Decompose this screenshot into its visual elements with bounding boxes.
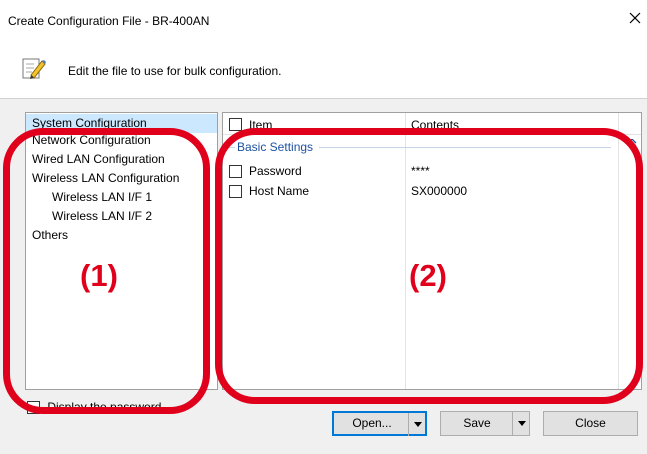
- group-divider: [227, 147, 235, 148]
- row-contents-password[interactable]: ****: [411, 164, 430, 178]
- contents-column-header[interactable]: Contents: [411, 118, 459, 132]
- select-all-checkbox[interactable]: [229, 118, 242, 131]
- tree-item-wireless-lan-if-2[interactable]: Wireless LAN I/F 2: [26, 207, 152, 226]
- collapse-group-icon[interactable]: [627, 139, 637, 147]
- column-divider: [405, 113, 406, 389]
- open-button-label: Open...: [352, 416, 392, 430]
- tree-item-label: Network Configuration: [32, 133, 151, 147]
- category-tree[interactable]: System Configuration Network Configurati…: [25, 112, 218, 390]
- display-password-option[interactable]: Display the password: [27, 400, 162, 415]
- row-item-host-name: Host Name: [249, 184, 310, 198]
- host-name-checkbox[interactable]: [229, 185, 242, 198]
- tree-item-label: System Configuration: [32, 116, 147, 130]
- tree-item-network-configuration[interactable]: Network Configuration: [26, 131, 151, 150]
- item-column-header[interactable]: Item: [249, 118, 272, 132]
- row-item-password: Password: [249, 164, 302, 178]
- tree-item-wired-lan-configuration[interactable]: Wired LAN Configuration: [26, 150, 165, 169]
- tree-item-label: Wired LAN Configuration: [32, 152, 165, 166]
- open-dropdown-arrow[interactable]: [408, 413, 425, 436]
- password-checkbox[interactable]: [229, 165, 242, 178]
- tree-item-others[interactable]: Others: [26, 226, 68, 245]
- pencil-icon: [22, 58, 46, 79]
- tree-item-wireless-lan-configuration[interactable]: Wireless LAN Configuration: [26, 169, 179, 188]
- annotation-label-2: (2): [409, 258, 447, 293]
- open-button[interactable]: Open...: [332, 411, 427, 436]
- column-divider: [618, 113, 619, 389]
- tree-item-label: Wireless LAN I/F 2: [52, 209, 153, 223]
- save-button-label: Save: [463, 416, 491, 430]
- display-password-checkbox[interactable]: [27, 401, 40, 415]
- group-basic-settings[interactable]: Basic Settings: [237, 140, 313, 154]
- tree-item-wireless-lan-if-1[interactable]: Wireless LAN I/F 1: [26, 188, 152, 207]
- group-divider: [319, 147, 611, 148]
- tree-item-label: Wireless LAN I/F 1: [52, 190, 153, 204]
- display-password-label: Display the password: [47, 400, 162, 414]
- grid-header-row: Item Contents: [223, 113, 641, 135]
- dialog-header: Edit the file to use for bulk configurat…: [0, 42, 647, 98]
- tree-item-label: Others: [32, 228, 69, 242]
- annotation-label-1: (1): [80, 258, 118, 293]
- close-button[interactable]: Close: [543, 411, 638, 436]
- window-title: Create Configuration File - BR-400AN: [8, 14, 210, 28]
- instruction-text: Edit the file to use for bulk configurat…: [68, 64, 282, 78]
- tree-item-label: Wireless LAN Configuration: [32, 171, 180, 185]
- row-contents-host-name[interactable]: SX000000: [411, 184, 467, 198]
- close-icon[interactable]: [627, 10, 643, 26]
- settings-grid[interactable]: Item Contents Basic Settings Password **…: [222, 112, 642, 390]
- title-bar: Create Configuration File - BR-400AN: [0, 0, 647, 42]
- save-dropdown-arrow[interactable]: [512, 412, 529, 435]
- save-button[interactable]: Save: [440, 411, 530, 436]
- close-button-label: Close: [575, 416, 606, 430]
